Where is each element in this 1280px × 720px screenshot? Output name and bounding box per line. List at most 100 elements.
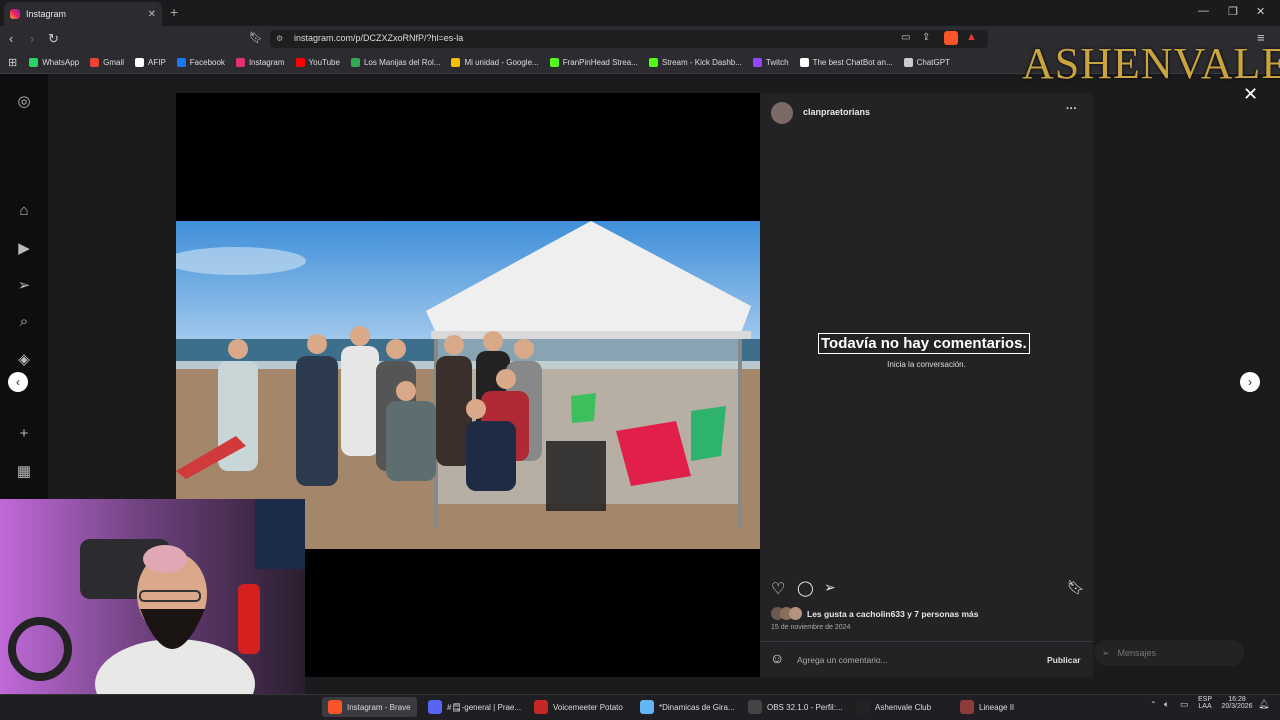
previous-post-icon[interactable]: ‹ xyxy=(8,372,28,392)
clock-time: 16:28 xyxy=(1228,696,1246,703)
bookmark-page-icon[interactable]: 🔖︎ xyxy=(249,31,263,44)
likes-summary[interactable]: Les gusta a cacholin633 y 7 personas más xyxy=(807,609,979,619)
new-tab-button[interactable]: + xyxy=(170,4,178,20)
restore-window-icon[interactable]: ❐ xyxy=(1228,5,1238,18)
taskbar-item[interactable]: OBS 32.1.0 - Perfil:... xyxy=(748,697,843,717)
post-username[interactable]: clanpraetorians xyxy=(803,107,870,117)
tab-title: Instagram xyxy=(26,9,67,19)
home-icon[interactable]: ⌂ xyxy=(15,202,33,219)
language-code: ESP xyxy=(1198,696,1213,703)
bookmark-label: ChatGPT xyxy=(916,58,950,67)
reload-icon[interactable]: ↻ xyxy=(48,31,59,47)
clock[interactable]: 16:28 20/3/2026 xyxy=(1220,696,1254,710)
taskbar-app-icon xyxy=(856,700,870,714)
bookmark-item[interactable]: FranPinHead Strea... xyxy=(549,58,638,67)
next-post-icon[interactable]: › xyxy=(1240,372,1260,392)
bookmark-item[interactable]: Facebook xyxy=(176,58,225,67)
instagram-logo-icon[interactable]: ◎ xyxy=(15,92,33,110)
save-post-icon[interactable]: 🔖︎ xyxy=(1067,579,1085,596)
webcam-overlay xyxy=(0,499,305,694)
taskbar-item-label: OBS 32.1.0 - Perfil:... xyxy=(767,702,843,712)
more-options-icon[interactable]: ··· xyxy=(1066,103,1077,115)
apps-grid-icon[interactable]: ⊞ xyxy=(8,56,17,69)
bookmark-item[interactable]: Gmail xyxy=(90,58,124,67)
empty-comments-subtitle: Inicia la conversación. xyxy=(887,360,966,369)
tab-close-icon[interactable]: ✕ xyxy=(148,9,156,20)
taskbar-item[interactable]: Ashenvale Club xyxy=(856,697,931,717)
taskbar-item-label: Ashenvale Club xyxy=(875,702,932,712)
taskbar-app-icon xyxy=(328,700,342,714)
minimize-window-icon[interactable]: — xyxy=(1198,5,1209,17)
share-post-icon[interactable]: ➢ xyxy=(824,579,836,596)
taskbar-item[interactable]: *Dinamicas de Gira... xyxy=(640,697,735,717)
tray-chevron-icon[interactable]: ⌃ xyxy=(1150,700,1157,709)
site-info-icon[interactable]: ⚙ xyxy=(276,34,283,43)
bookmark-item[interactable]: The best ChatBot an... xyxy=(799,58,893,67)
taskbar-item-label: Instagram - Brave xyxy=(347,702,411,712)
bookmark-label: YouTube xyxy=(308,58,340,67)
taskbar-item[interactable]: Voicemeeter Potato xyxy=(534,697,623,717)
search-icon[interactable]: ⌕ xyxy=(15,313,33,330)
bookmark-label: WhatsApp xyxy=(42,58,80,67)
back-icon[interactable]: ‹ xyxy=(9,31,13,46)
bookmark-favicon-icon xyxy=(799,58,809,67)
network-icon[interactable]: ▭ xyxy=(1180,699,1189,710)
bookmark-item[interactable]: Twitch xyxy=(752,58,789,67)
tab-instagram[interactable]: Instagram ✕ xyxy=(4,2,162,26)
taskbar-item[interactable]: #🗒-general | Prae... xyxy=(428,697,521,717)
bookmark-item[interactable]: YouTube xyxy=(295,58,340,67)
explore-icon[interactable]: ◈ xyxy=(15,350,33,368)
share-icon[interactable]: ⇪ xyxy=(922,32,930,43)
direct-messages-icon[interactable]: ➢ xyxy=(15,276,33,294)
comment-icon[interactable]: ◯ xyxy=(797,579,814,597)
taskbar-app-icon xyxy=(960,700,974,714)
emoji-icon[interactable]: ☺ xyxy=(770,650,784,666)
bookmark-label: Facebook xyxy=(189,58,225,67)
like-icon[interactable]: ♡ xyxy=(771,579,785,599)
comment-input[interactable]: Agrega un comentario... xyxy=(797,655,888,665)
keyboard-layout: LAA xyxy=(1198,703,1212,710)
notifications-icon[interactable]: 🔔︎ xyxy=(1258,699,1269,710)
bookmark-label: Gmail xyxy=(103,58,125,67)
taskbar-app-icon xyxy=(428,700,442,714)
url-field[interactable]: instagram.com/p/DCZXZxoRNfP/?hl=es-la xyxy=(270,30,988,48)
bookmark-favicon-icon xyxy=(752,58,762,67)
empty-comments-title: Todavía no hay comentarios. xyxy=(818,333,1030,354)
bookmark-item[interactable]: Stream - Kick Dashb... xyxy=(648,58,742,67)
reels-icon[interactable]: ▶ xyxy=(15,239,33,257)
liker-avatars xyxy=(771,607,805,620)
bookmark-label: Instagram xyxy=(248,58,285,67)
messages-icon: ➢ xyxy=(1102,647,1110,658)
post-date[interactable]: 15 de noviembre de 2024 xyxy=(771,624,850,631)
dashboard-icon[interactable]: ▦ xyxy=(15,462,33,480)
bookmark-item[interactable]: AFIP xyxy=(135,58,166,67)
create-icon[interactable]: + xyxy=(15,425,33,442)
cast-icon[interactable]: ▭ xyxy=(901,32,910,43)
clock-date: 20/3/2026 xyxy=(1221,703,1253,710)
bookmark-favicon-icon xyxy=(350,58,360,67)
taskbar-item[interactable]: Lineage II xyxy=(960,697,1014,717)
messages-button[interactable]: ➢ Mensajes xyxy=(1094,640,1244,666)
forward-icon[interactable]: › xyxy=(30,31,34,46)
brave-shields-icon[interactable] xyxy=(944,31,958,45)
taskbar-app-icon xyxy=(534,700,548,714)
volume-icon[interactable]: 🔈︎ xyxy=(1164,699,1169,710)
bookmark-favicon-icon xyxy=(90,58,100,67)
language-indicator[interactable]: ESP LAA xyxy=(1198,696,1212,710)
bookmark-favicon-icon xyxy=(29,58,39,67)
taskbar-item[interactable]: Instagram - Brave xyxy=(322,697,417,717)
bookmark-favicon-icon xyxy=(235,58,245,67)
avatar[interactable] xyxy=(771,102,793,124)
browser-tab-bar xyxy=(0,0,1280,26)
bookmark-item[interactable]: Mi unidad - Google... xyxy=(451,58,539,67)
bookmark-favicon-icon xyxy=(176,58,186,67)
bookmark-item[interactable]: ChatGPT xyxy=(903,58,950,67)
close-window-icon[interactable]: ✕ xyxy=(1256,5,1265,18)
bookmark-item[interactable]: Instagram xyxy=(235,58,285,67)
brave-rewards-icon[interactable]: ▲ xyxy=(966,31,977,43)
publish-button[interactable]: Publicar xyxy=(1047,655,1081,665)
taskbar-item-label: Lineage II xyxy=(979,702,1015,712)
bookmark-item[interactable]: WhatsApp xyxy=(29,58,79,67)
taskbar-item-label: *Dinamicas de Gira... xyxy=(659,702,735,712)
bookmark-item[interactable]: Los Manijas del Rol... xyxy=(350,58,440,67)
